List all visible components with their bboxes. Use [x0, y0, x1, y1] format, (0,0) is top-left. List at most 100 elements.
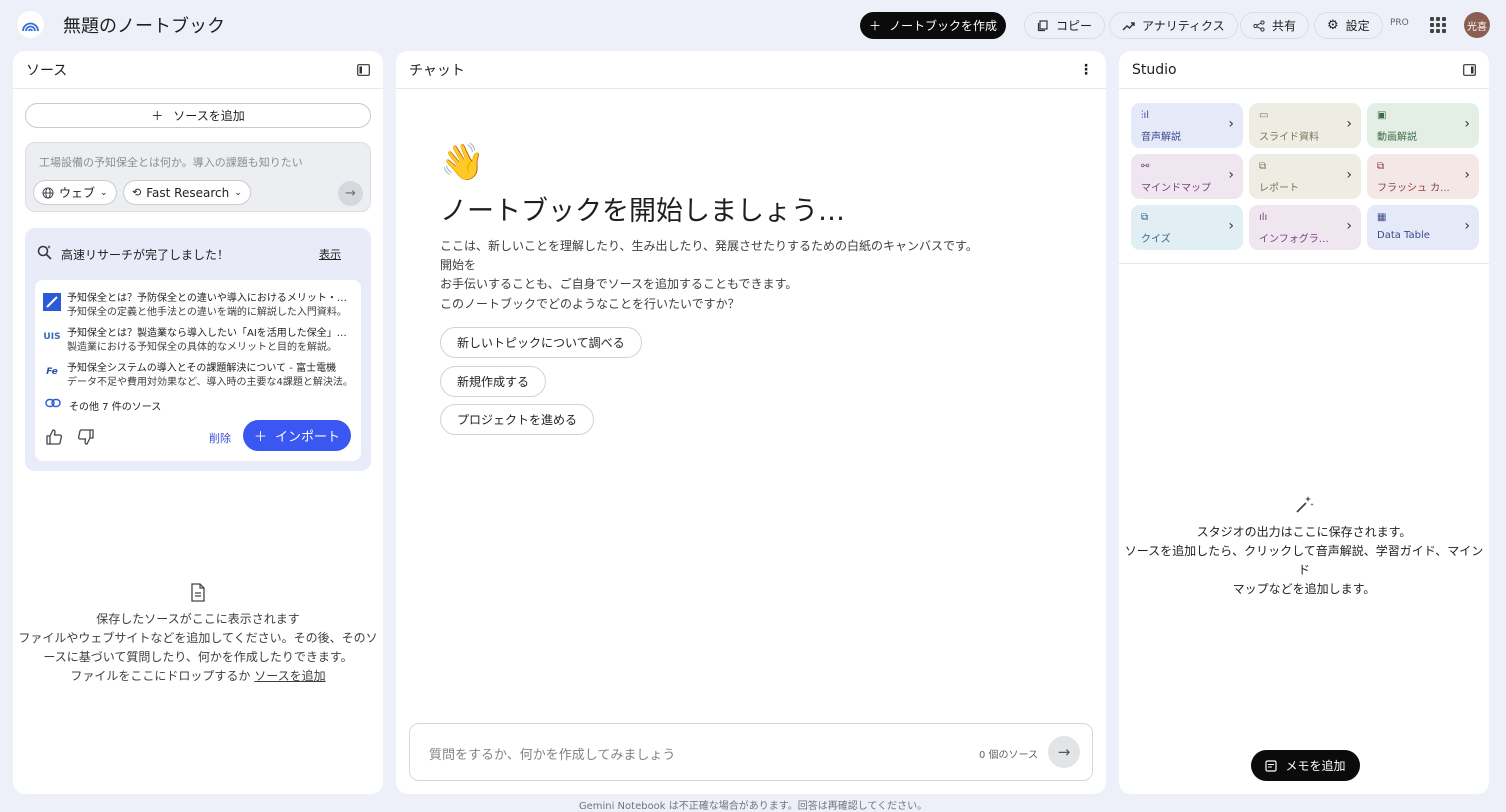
collapse-panel-icon[interactable] [357, 63, 370, 76]
analytics-label: アナリティクス [1142, 19, 1225, 33]
studio-tile-data-table[interactable]: ▦ Data Table › [1367, 205, 1479, 250]
create-notebook-button[interactable]: ＋ ノートブックを作成 [860, 12, 1006, 39]
sources-panel: ソース ＋ ソースを追加 工場設備の予知保全とは何か。導入の課題も知りたい ウェ… [13, 51, 383, 794]
suggestion-research-topic[interactable]: 新しいトピックについて調べる [440, 327, 642, 358]
research-results-list: 予知保全とは？予防保全との違いや導入におけるメリット・デ... 予知保全の定義と… [35, 280, 361, 461]
add-memo-button[interactable]: メモを追加 [1251, 750, 1360, 781]
studio-tile-infographic[interactable]: ılı インフォグラフ... › [1249, 205, 1361, 250]
import-button[interactable]: ＋ インポート [243, 420, 351, 451]
studio-empty-title: スタジオの出力はここに保存されます。 [1196, 525, 1412, 539]
tile-label: 動画解説 [1377, 132, 1417, 143]
flashcards-icon: ⧉ [1377, 161, 1385, 172]
note-icon [1265, 759, 1278, 772]
list-item[interactable]: 予知保全とは？予防保全との違いや導入におけるメリット・デ... 予知保全の定義と… [43, 287, 355, 318]
settings-label: 設定 [1345, 19, 1370, 33]
web-source-dropdown[interactable]: ウェブ ⌄ [33, 180, 117, 205]
waving-hand-icon: 👋 [440, 142, 485, 183]
copy-button[interactable]: コピー [1024, 12, 1106, 39]
document-icon [191, 583, 205, 602]
sources-empty-state: 保存したソースがここに表示されます ファイルやウェブサイトなどを追加してください… [13, 583, 383, 686]
copy-label: コピー [1056, 19, 1093, 33]
studio-tile-quiz[interactable]: ⧉ クイズ › [1131, 205, 1243, 250]
chat-welcome-title: ノートブックを開始しましょう… [440, 196, 845, 227]
studio-tile-audio-overview[interactable]: ⫶ıl 音声解説 › [1131, 103, 1243, 148]
analytics-button[interactable]: アナリティクス [1109, 12, 1238, 39]
import-label: インポート [275, 430, 341, 445]
search-submit-button[interactable]: → [338, 181, 363, 206]
plus-icon: ＋ [151, 109, 164, 123]
add-source-link[interactable]: ソースを追加 [254, 669, 325, 683]
tile-label: フラッシュ カ... [1377, 183, 1450, 194]
sources-header: ソース [13, 51, 383, 89]
more-vert-icon[interactable]: ⋮ [1079, 62, 1093, 78]
studio-divider [1119, 263, 1489, 264]
tile-label: マインドマップ [1141, 183, 1211, 194]
result-description: 予知保全の定義と他手法との違いを端的に解説した入門資料。 [67, 307, 347, 318]
research-sparkle-icon [37, 245, 52, 260]
delete-button[interactable]: 削除 [209, 430, 231, 446]
chat-intro-text: ここは、新しいことを理解したり、生み出したり、発展させたりするための白紙のキャン… [440, 237, 985, 294]
avatar[interactable]: 光喜 [1464, 12, 1490, 38]
research-mode-dropdown[interactable]: ⟲ Fast Research ⌄ [123, 180, 251, 205]
apps-grid-icon[interactable] [1430, 17, 1446, 33]
audio-waveform-icon: ⫶ıl [1141, 110, 1150, 121]
chevron-right-icon: › [1464, 116, 1470, 132]
send-button[interactable]: → [1048, 736, 1080, 768]
app-logo-icon[interactable] [17, 11, 44, 38]
chat-input[interactable]: 質問をするか、何かを作成してみましょう [429, 744, 675, 763]
source-search-input[interactable]: 工場設備の予知保全とは何か。導入の課題も知りたい [39, 154, 303, 170]
suggestion-advance-project[interactable]: プロジェクトを進める [440, 404, 595, 435]
chevron-right-icon: › [1346, 116, 1352, 132]
intro-line: ここは、新しいことを理解したり、生み出したり、発展させたりするための白紙のキャン… [440, 239, 978, 272]
studio-tile-flashcards[interactable]: ⧉ フラッシュ カ... › [1367, 154, 1479, 199]
create-notebook-label: ノートブックを作成 [889, 19, 998, 33]
intro-line: お手伝いすることも、ご自身でソースを追加することもできます。 [440, 277, 798, 291]
chat-input-box: 質問をするか、何かを作成してみましょう 0 個のソース → [409, 723, 1093, 781]
web-chip-label: ウェブ [59, 186, 96, 200]
studio-empty-state: スタジオの出力はここに保存されます。 ソースを追加したら、クリックして音声解説、… [1119, 495, 1489, 599]
chat-title: チャット [409, 62, 465, 79]
thumbs-up-icon[interactable] [45, 428, 63, 446]
site-favicon-icon [43, 293, 61, 311]
chat-panel: チャット ⋮ 👋 ノートブックを開始しましょう… ここは、新しいことを理解したり… [396, 51, 1106, 794]
chevron-right-icon: › [1228, 116, 1234, 132]
share-button[interactable]: 共有 [1240, 12, 1310, 39]
research-status: 高速リサーチが完了しました！ [61, 248, 230, 262]
add-source-button[interactable]: ＋ ソースを追加 [25, 103, 371, 128]
result-title: 予知保全とは？製造業なら導入したい「AIを活用した保全」を... [67, 328, 355, 339]
research-chip-label: Fast Research [146, 185, 230, 200]
thumbs-down-icon[interactable] [77, 428, 95, 446]
add-memo-label: メモを追加 [1285, 759, 1346, 773]
trending-up-icon [1122, 21, 1135, 30]
notebook-title[interactable]: 無題のノートブック [63, 12, 225, 38]
video-icon: ▣ [1377, 110, 1387, 121]
sources-title: ソース [26, 62, 68, 79]
list-item[interactable]: Fe 予知保全システムの導入とその課題解決について - 富士電機 データ不足や費… [43, 357, 355, 388]
arrow-right-icon: → [1057, 743, 1071, 761]
chevron-right-icon: › [1228, 167, 1234, 183]
list-item[interactable]: UIS 予知保全とは？製造業なら導入したい「AIを活用した保全」を... 製造業… [43, 322, 355, 353]
gear-icon: ⚙ [1327, 18, 1339, 33]
studio-tile-mind-map[interactable]: ⚯ マインドマップ › [1131, 154, 1243, 199]
tile-label: 音声解説 [1141, 132, 1181, 143]
share-icon [1253, 19, 1265, 32]
share-label: 共有 [1272, 19, 1297, 33]
pro-badge: PRO [1390, 18, 1409, 28]
collapse-panel-icon[interactable] [1463, 63, 1476, 76]
settings-button[interactable]: ⚙ 設定 [1314, 12, 1383, 39]
studio-empty-text: ソースを追加したら、クリックして音声解説、学習ガイド、マインド [1124, 544, 1484, 577]
result-title: 予知保全とは？予防保全との違いや導入におけるメリット・デ... [67, 293, 355, 304]
studio-tile-slides[interactable]: ▭ スライド資料 › [1249, 103, 1361, 148]
studio-tile-video-overview[interactable]: ▣ 動画解説 › [1367, 103, 1479, 148]
result-title: 予知保全システムの導入とその課題解決について - 富士電機 [67, 363, 337, 374]
empty-state-title: 保存したソースがここに表示されます [96, 612, 300, 626]
drop-hint: ファイルをここにドロップするか [70, 669, 251, 683]
site-favicon-icon: Fe [46, 367, 58, 377]
chat-header: チャット ⋮ [396, 51, 1106, 89]
studio-tile-report[interactable]: ⧉ レポート › [1249, 154, 1361, 199]
mind-map-icon: ⚯ [1141, 161, 1150, 172]
suggestion-create-new[interactable]: 新規作成する [440, 366, 547, 397]
more-sources-text[interactable]: その他 7 件のソース [69, 398, 161, 413]
show-results-link[interactable]: 表示 [319, 246, 341, 262]
tile-label: インフォグラフ... [1259, 234, 1337, 245]
